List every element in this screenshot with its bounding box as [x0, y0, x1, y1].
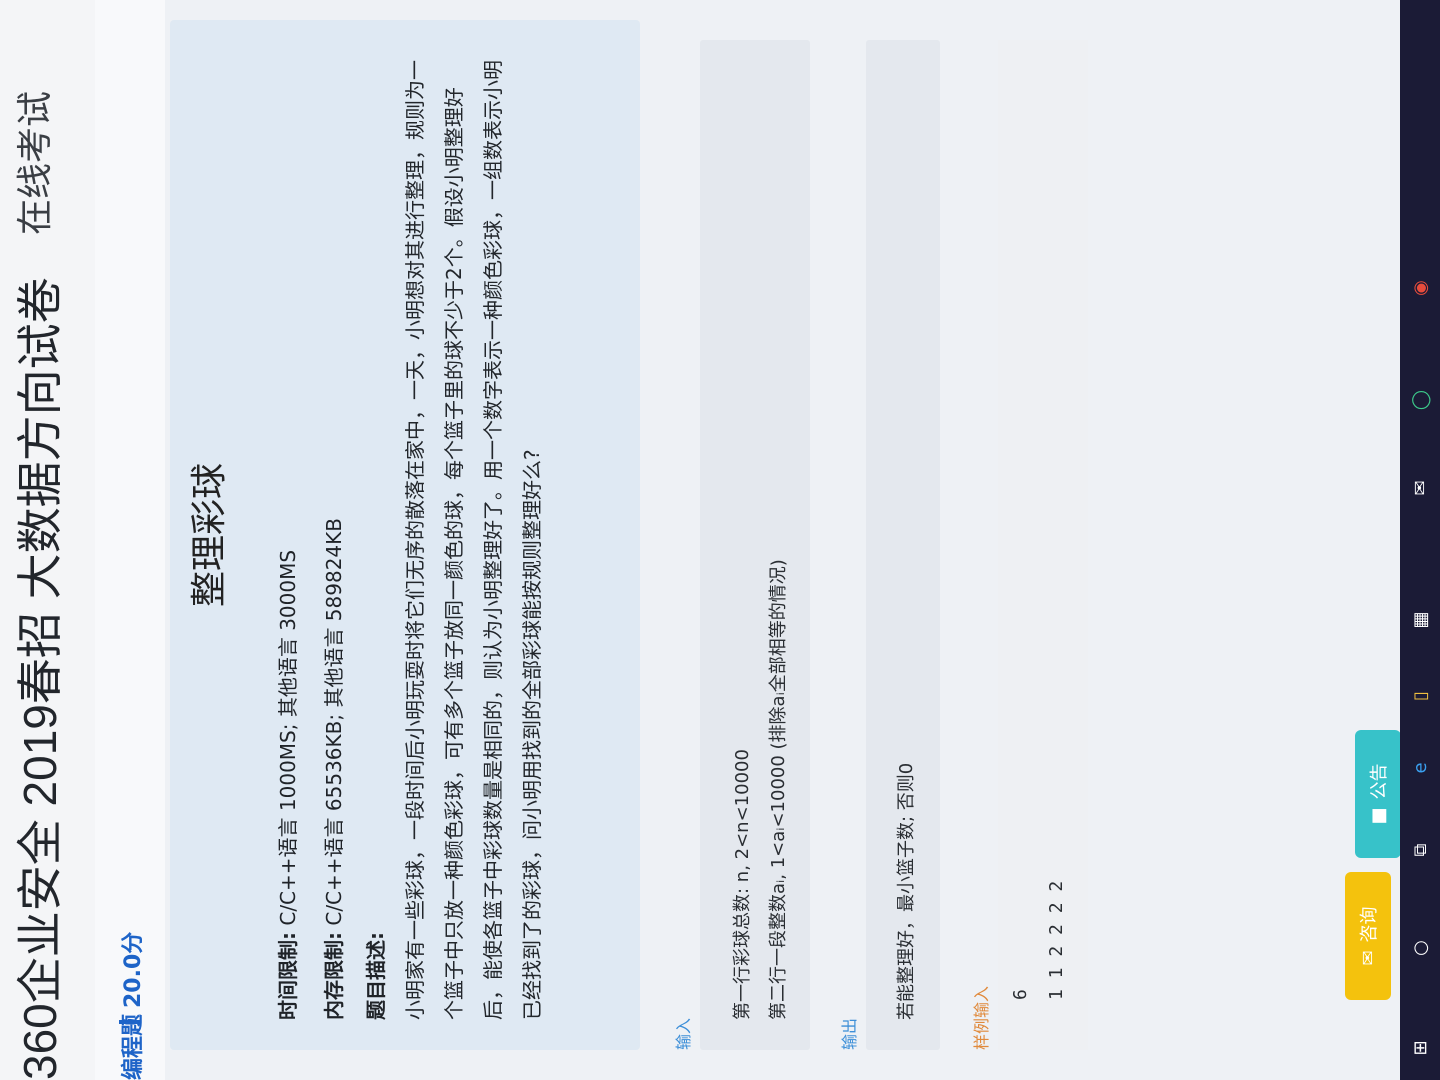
question-score: 20.0分: [121, 931, 146, 1008]
consult-button-label: 咨询: [1359, 906, 1380, 943]
sample-input-box: 6 1 1 2 2 2 2: [998, 40, 1088, 1050]
consult-button[interactable]: ✉ 咨询: [1345, 872, 1391, 1000]
task-view-icon[interactable]: ⧉: [1408, 838, 1432, 862]
time-limit: 时间限制: C/C++语言 1000MS; 其他语言 3000MS: [272, 550, 301, 1020]
chrome-icon[interactable]: ◉: [1408, 276, 1432, 300]
exam-screen: 360企业安全 2019春招 大数据方向试卷 在线考试 编程题 20.0分 整理…: [0, 0, 1440, 1080]
windows-taskbar: ⊞ ○ ⧉ e ▯ ▦ ✉ ◯ ◉: [1400, 0, 1440, 1080]
memory-limit-value: C/C++语言 65536KB; 其他语言 589824KB: [322, 518, 346, 926]
input-line-1: 第一行彩球总数: n, 2<n<10000: [732, 749, 753, 1020]
subheader-divider: [119, 1020, 141, 1024]
exam-title: 360企业安全 2019春招 大数据方向试卷: [14, 277, 66, 1080]
problem-description: 小明家有一些彩球，一段时间后小明玩耍时将它们无序的散落在家中，一天，小明想对其进…: [403, 60, 544, 1020]
time-limit-value: C/C++语言 1000MS; 其他语言 3000MS: [276, 549, 300, 926]
chat-icon: ✉: [1357, 950, 1379, 966]
question-subheader: 编程题 20.0分: [95, 0, 165, 1080]
output-line-1: 若能整理好，最小篮子数; 否则0: [896, 762, 917, 1020]
store-icon[interactable]: ▦: [1408, 608, 1432, 632]
input-box: 第一行彩球总数: n, 2<n<10000 第二行一段整数aᵢ, 1<aᵢ<10…: [700, 40, 810, 1050]
problem-card: 整理彩球 时间限制: C/C++语言 1000MS; 其他语言 3000MS 内…: [170, 20, 640, 1050]
description-label: 题目描述:: [364, 932, 388, 1020]
file-explorer-icon[interactable]: ▯: [1408, 684, 1432, 708]
input-line-2: 第二行一段整数aᵢ, 1<aᵢ<10000 (排除aᵢ全部相等的情况): [768, 559, 789, 1020]
memory-limit: 内存限制: C/C++语言 65536KB; 其他语言 589824KB: [318, 518, 347, 1020]
exam-mode-label: 在线考试: [15, 90, 56, 235]
top-header: 360企业安全 2019春招 大数据方向试卷 在线考试: [0, 0, 96, 1080]
sample-input-line-2: 1 1 2 2 2 2: [1046, 880, 1067, 1000]
output-box: 若能整理好，最小篮子数; 否则0: [866, 40, 940, 1050]
search-icon[interactable]: ○: [1408, 936, 1432, 960]
sample-input-label: 样例输入: [972, 985, 991, 1050]
notice-button-label: 公告: [1369, 763, 1390, 800]
input-section-label: 输入: [674, 1017, 693, 1050]
notice-button[interactable]: ■ 公告: [1355, 730, 1401, 858]
time-limit-label: 时间限制:: [276, 932, 300, 1020]
loading-app-icon[interactable]: ◯: [1408, 388, 1432, 412]
output-section-label: 输出: [840, 1017, 859, 1050]
edge-icon[interactable]: e: [1408, 756, 1432, 780]
sample-input-line-1: 6: [1010, 989, 1031, 1000]
notice-icon: ■: [1367, 807, 1389, 825]
problem-title: 整理彩球: [189, 463, 230, 608]
mail-icon[interactable]: ✉: [1408, 476, 1432, 500]
memory-limit-label: 内存限制:: [322, 932, 346, 1020]
windows-start-icon[interactable]: ⊞: [1408, 1036, 1432, 1060]
